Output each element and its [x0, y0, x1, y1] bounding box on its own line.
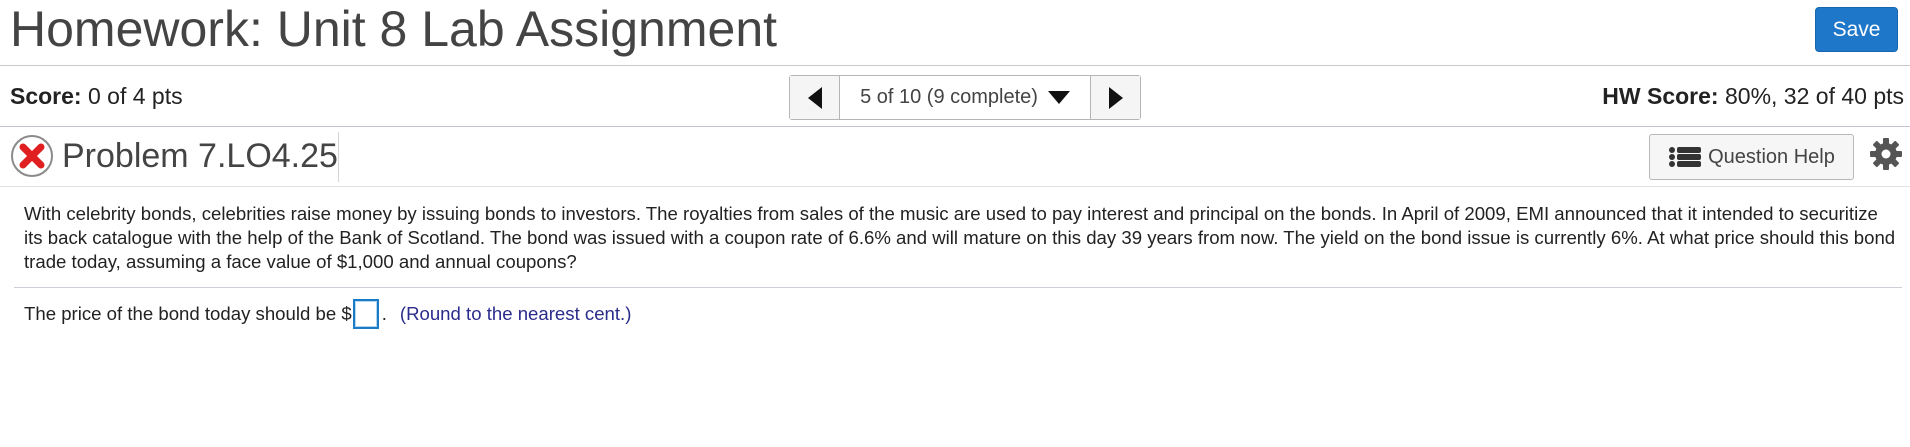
problem-title: Problem 7.LO4.25 [62, 137, 338, 175]
question-select-dropdown[interactable]: 5 of 10 (9 complete) [840, 76, 1090, 119]
score-bar: Score: 0 of 4 pts 5 of 10 (9 complete) H… [0, 67, 1910, 127]
score-value: 0 of 4 pts [87, 83, 183, 109]
list-icon [1669, 147, 1702, 167]
question-divider [14, 287, 1902, 288]
question-help-label: Question Help [1708, 145, 1835, 168]
arrow-left-icon [807, 86, 822, 109]
arrow-right-icon [1108, 86, 1123, 109]
question-navigator: 5 of 10 (9 complete) [789, 75, 1141, 120]
hw-score: HW Score: 80%, 32 of 40 pts [1602, 83, 1904, 110]
problem-header: Problem 7.LO4.25 Question Help [0, 128, 1910, 186]
answer-line: The price of the bond today should be $ … [24, 297, 631, 331]
save-button[interactable]: Save [1815, 7, 1898, 52]
previous-question-button[interactable] [790, 76, 840, 119]
title-bar: Homework: Unit 8 Lab Assignment Save [0, 0, 1910, 66]
next-question-button[interactable] [1090, 76, 1140, 119]
rounding-hint: (Round to the nearest cent.) [399, 303, 632, 324]
score: Score: 0 of 4 pts [10, 83, 183, 110]
bond-price-input[interactable] [352, 299, 379, 329]
score-label: Score: [10, 83, 82, 109]
question-help-button[interactable]: Question Help [1649, 134, 1854, 180]
page-title: Homework: Unit 8 Lab Assignment [10, 1, 778, 57]
incorrect-x-icon [11, 135, 53, 177]
gear-icon[interactable] [1870, 138, 1902, 170]
caret-down-icon [1047, 91, 1070, 104]
divider [338, 132, 339, 182]
answer-prefix: The price of the bond today should be $ [24, 303, 352, 324]
question-position: 5 of 10 (9 complete) [860, 86, 1038, 108]
answer-suffix: . [381, 303, 387, 324]
content-separator [0, 186, 1910, 187]
question-text: With celebrity bonds, celebrities raise … [24, 203, 1896, 272]
hw-score-label: HW Score: [1602, 83, 1719, 109]
hw-score-value: 80%, 32 of 40 pts [1724, 83, 1904, 109]
